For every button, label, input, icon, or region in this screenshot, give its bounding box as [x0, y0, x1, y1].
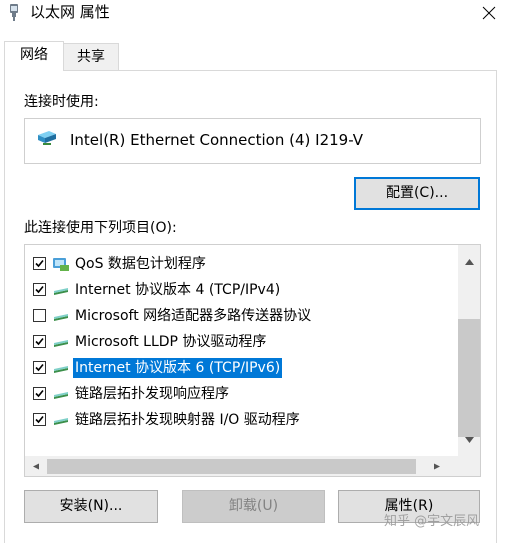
horizontal-scroll-thumb[interactable]: [47, 459, 416, 474]
tab-sharing[interactable]: 共享: [63, 43, 119, 71]
protocol-icon: [54, 366, 68, 373]
chevron-down-icon: [464, 437, 474, 443]
network-card-icon: [38, 131, 56, 145]
install-button[interactable]: 安装(N)...: [24, 490, 158, 523]
check-icon: [35, 363, 44, 372]
connect-using-label: 连接时使用:: [24, 94, 99, 110]
scrollbar-corner: [458, 456, 480, 476]
item-checkbox[interactable]: [33, 257, 46, 270]
item-checkbox[interactable]: [33, 309, 46, 322]
item-checkbox[interactable]: [33, 283, 46, 296]
tab-network[interactable]: 网络: [4, 41, 64, 71]
adapter-name: Intel(R) Ethernet Connection (4) I219-V: [70, 131, 363, 149]
item-label: Microsoft 网络适配器多路传送器协议: [75, 308, 312, 324]
protocol-icon: [54, 288, 68, 295]
item-checkbox[interactable]: [33, 335, 46, 348]
item-label: Internet 协议版本 6 (TCP/IPv6): [73, 358, 283, 378]
list-item-selected[interactable]: Internet 协议版本 6 (TCP/IPv6): [25, 355, 459, 381]
close-button[interactable]: [472, 0, 505, 26]
list-item[interactable]: Microsoft LLDP 协议驱动程序: [25, 329, 459, 355]
configure-button[interactable]: 配置(C)...: [354, 177, 480, 210]
protocol-icon: [54, 418, 68, 425]
list-item[interactable]: QoS 数据包计划程序: [25, 251, 459, 277]
list-item[interactable]: 链路层拓扑发现映射器 I/O 驱动程序: [25, 407, 459, 433]
protocol-icon: [54, 392, 68, 399]
list-item[interactable]: Microsoft 网络适配器多路传送器协议: [25, 303, 459, 329]
check-icon: [35, 259, 44, 268]
item-label: QoS 数据包计划程序: [75, 256, 206, 272]
properties-window: 以太网 属性 网络 共享 连接时使用: Intel(R) Ethernet Co…: [0, 0, 505, 543]
uninstall-button[interactable]: 卸载(U): [182, 490, 325, 523]
qos-service-icon: [53, 258, 69, 271]
components-list[interactable]: QoS 数据包计划程序 Internet 协议版本 4 (TCP/IPv4) M…: [24, 244, 481, 477]
scroll-up-button[interactable]: [458, 253, 480, 271]
item-label: 链路层拓扑发现响应程序: [75, 386, 229, 402]
item-label: Internet 协议版本 4 (TCP/IPv4): [75, 282, 281, 298]
close-icon: [482, 6, 495, 20]
item-checkbox[interactable]: [33, 387, 46, 400]
list-item[interactable]: 链路层拓扑发现响应程序: [25, 381, 459, 407]
scroll-right-button[interactable]: [426, 457, 448, 475]
check-icon: [35, 389, 44, 398]
item-label: Microsoft LLDP 协议驱动程序: [75, 334, 267, 350]
protocol-icon: [54, 340, 68, 347]
network-adapter-icon: [10, 4, 18, 21]
check-icon: [35, 337, 44, 346]
chevron-right-icon: [434, 463, 440, 469]
watermark: 知乎 @宇文辰风: [384, 514, 480, 529]
check-icon: [35, 415, 44, 424]
window-title: 以太网 属性: [30, 3, 110, 21]
check-icon: [35, 285, 44, 294]
chevron-up-icon: [464, 259, 474, 265]
list-item[interactable]: Internet 协议版本 4 (TCP/IPv4): [25, 277, 459, 303]
scroll-down-button[interactable]: [458, 431, 480, 449]
title-bar: 以太网 属性: [0, 0, 505, 28]
item-label: 链路层拓扑发现映射器 I/O 驱动程序: [75, 412, 300, 428]
protocol-icon: [54, 314, 68, 321]
chevron-left-icon: [33, 463, 39, 469]
item-checkbox[interactable]: [33, 413, 46, 426]
scroll-left-button[interactable]: [25, 457, 47, 475]
adapter-field: Intel(R) Ethernet Connection (4) I219-V: [24, 118, 481, 164]
vertical-scroll-thumb[interactable]: [458, 319, 480, 437]
item-checkbox[interactable]: [33, 361, 46, 374]
items-label: 此连接使用下列项目(O):: [24, 220, 177, 236]
